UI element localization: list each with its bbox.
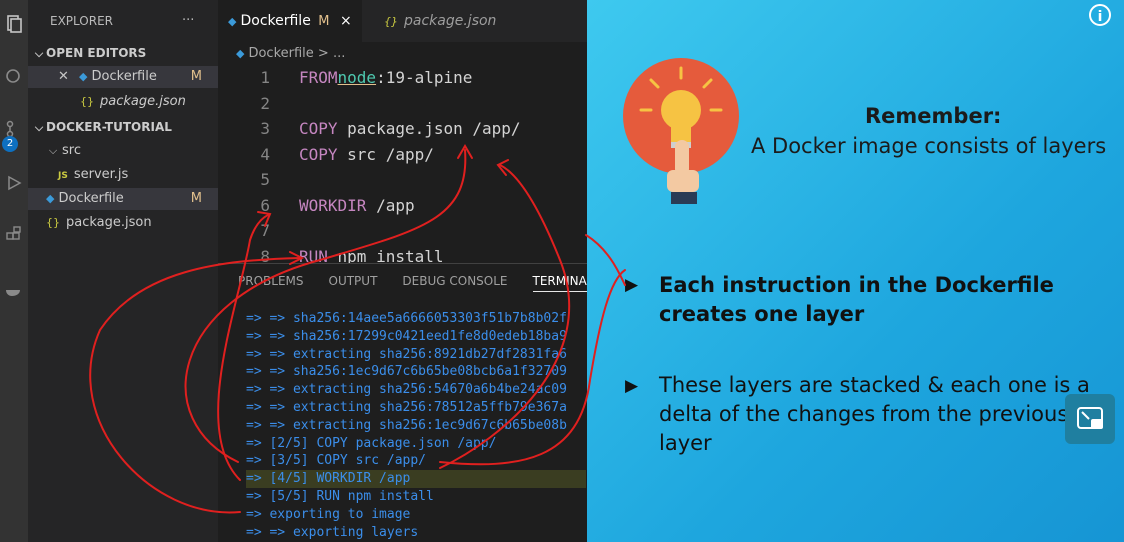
presentation-slide: i Remember: A Docker image consists of l…	[587, 0, 1124, 542]
terminal-line: => [5/5] RUN npm install	[246, 488, 434, 504]
explorer-sidebar: EXPLORER ··· ⌵ OPEN EDITORS ✕ ◆ Dockerfile…	[28, 0, 218, 542]
file-server-js[interactable]: JS server.js	[28, 164, 218, 186]
bullet-2-text: These layers are stacked & each one is a…	[659, 373, 1090, 455]
explorer-icon[interactable]	[4, 14, 24, 34]
panel-tab[interactable]: OUTPUT	[329, 274, 378, 288]
code-keyword: COPY	[299, 144, 338, 164]
code-text: src /app/	[337, 144, 434, 164]
line-number: 3	[260, 119, 270, 138]
chevron-down-icon: ⌵	[34, 47, 44, 60]
file-package-json[interactable]: {} package.json	[28, 212, 218, 234]
terminal-line: => => sha256:1ec9d67c6b65be08bcb6a1f3270…	[246, 364, 567, 380]
bullet-icon: ▶	[625, 376, 639, 396]
code-line[interactable]: 1 FROMnode:19-alpine	[218, 65, 587, 91]
extensions-icon[interactable]	[4, 226, 24, 246]
code-keyword: COPY	[299, 119, 338, 138]
file-dockerfile[interactable]: ◆ Dockerfile M	[28, 188, 218, 210]
modified-badge: M	[190, 69, 202, 84]
line-number: 4	[260, 144, 270, 164]
open-editors-header[interactable]: ⌵ OPEN EDITORS	[28, 42, 218, 64]
slide-heading: Remember:	[865, 104, 1002, 128]
docker-file-icon: ◆	[79, 70, 88, 83]
modified-badge: M	[190, 191, 202, 206]
line-number: 2	[260, 93, 270, 113]
docker-file-icon: ◆	[46, 192, 55, 205]
lightbulb-icon	[623, 58, 739, 204]
run-debug-icon[interactable]	[4, 174, 24, 194]
close-icon[interactable]: ×	[340, 13, 352, 29]
panel-tab[interactable]: DEBUG CONSOLE	[402, 274, 507, 288]
code-image-name: node	[337, 68, 377, 87]
terminal-line: => [3/5] COPY src /app/	[246, 453, 427, 469]
code-line[interactable]: 5	[218, 167, 587, 193]
info-icon[interactable]: i	[1089, 4, 1111, 26]
editor-area: ◆ Dockerfile M × {} package.json ◆ Dockerfi…	[218, 0, 587, 542]
terminal-line: => [2/5] COPY package.json /app/	[246, 435, 497, 451]
terminal-line: => => extracting sha256:78512a5ffb79e367…	[246, 399, 567, 415]
folder-src[interactable]: ⌵ src	[28, 140, 218, 162]
activity-bar: 2	[0, 0, 28, 542]
terminal-line: => => extracting sha256:54670a6b4be24ac0…	[246, 382, 567, 398]
line-number: 6	[260, 195, 270, 215]
json-file-icon: {}	[46, 216, 60, 229]
bullet-icon: ▶	[625, 275, 639, 295]
close-icon[interactable]: ✕	[58, 69, 69, 84]
terminal-line: => => sha256:14aee5a6666053303f51b7b8b02…	[246, 311, 567, 326]
code-line[interactable]: 7	[218, 218, 587, 244]
docker-file-icon: ◆	[228, 15, 237, 28]
terminal-line: => => extracting sha256:1ec9d67c6b65be08…	[246, 417, 567, 433]
panel-tabs: PROBLEMS OUTPUT DEBUG CONSOLE TERMINAL	[238, 274, 587, 294]
json-file-icon: {}	[384, 15, 398, 28]
docker-file-icon: ◆	[236, 47, 245, 60]
docker-icon[interactable]	[4, 282, 24, 302]
editor-tabs: ◆ Dockerfile M × {} package.json	[218, 0, 587, 42]
breadcrumb[interactable]: ◆ Dockerfile > ...	[236, 44, 345, 64]
terminal-line: => => exporting layers	[246, 524, 419, 540]
picture-in-picture-button[interactable]	[1065, 394, 1115, 444]
terminal-line: => => sha256:17299c0421eed1fe8d0edeb18ba…	[246, 328, 567, 344]
code-line[interactable]: 4 COPY src /app/	[218, 142, 587, 168]
modified-badge: M	[318, 14, 330, 29]
panel-tab[interactable]: PROBLEMS	[238, 274, 304, 288]
search-icon[interactable]	[4, 68, 24, 88]
slide-subheading: A Docker image consists of layers	[751, 134, 1107, 158]
code-keyword: WORKDIR	[299, 195, 367, 215]
line-number: 1	[260, 68, 270, 87]
code-text: package.json /app/	[337, 119, 521, 138]
code-line[interactable]: 2	[218, 91, 587, 117]
code-keyword: FROM	[299, 68, 338, 87]
open-editor-dockerfile[interactable]: ✕ ◆ Dockerfile M	[28, 66, 218, 88]
chevron-down-icon: ⌵	[48, 144, 58, 157]
line-number: 5	[260, 170, 270, 189]
terminal-line: => exporting to image	[246, 506, 411, 522]
chevron-down-icon: ⌵	[34, 121, 44, 134]
terminal-line: => [4/5] WORKDIR /app	[246, 470, 586, 488]
bullet-1-text: Each instruction in the Dockerfile creat…	[659, 273, 1054, 326]
open-editor-package-json[interactable]: {} package.json	[28, 91, 218, 113]
terminal-line: => => extracting sha256:8921db27df2831fa…	[246, 346, 567, 362]
code-editor[interactable]: 1 FROMnode:19-alpine 2 3 COPY package.json /…	[218, 65, 587, 269]
more-actions-icon[interactable]: ···	[182, 10, 212, 32]
code-text: /app	[366, 195, 415, 215]
bottom-panel: PROBLEMS OUTPUT DEBUG CONSOLE TERMINAL => =…	[218, 263, 587, 542]
source-control-badge: 2	[2, 136, 18, 152]
js-file-icon: JS	[58, 171, 68, 181]
code-text: :19-alpine	[376, 68, 473, 87]
code-line[interactable]: 3 COPY package.json /app/	[218, 116, 587, 142]
picture-in-picture-icon	[1077, 407, 1103, 429]
folder-header[interactable]: ⌵ DOCKER-TUTORIAL	[28, 116, 218, 138]
tab-package-json[interactable]: {} package.json	[374, 0, 506, 42]
terminal-output[interactable]: => => sha256:14aee5a6666053303f51b7b8b02…	[246, 310, 586, 541]
code-line[interactable]: 6 WORKDIR /app	[218, 193, 587, 219]
line-number: 7	[260, 221, 270, 240]
json-file-icon: {}	[80, 95, 94, 108]
tab-dockerfile[interactable]: ◆ Dockerfile M ×	[218, 0, 362, 42]
panel-tab[interactable]: TERMINAL	[532, 274, 587, 292]
